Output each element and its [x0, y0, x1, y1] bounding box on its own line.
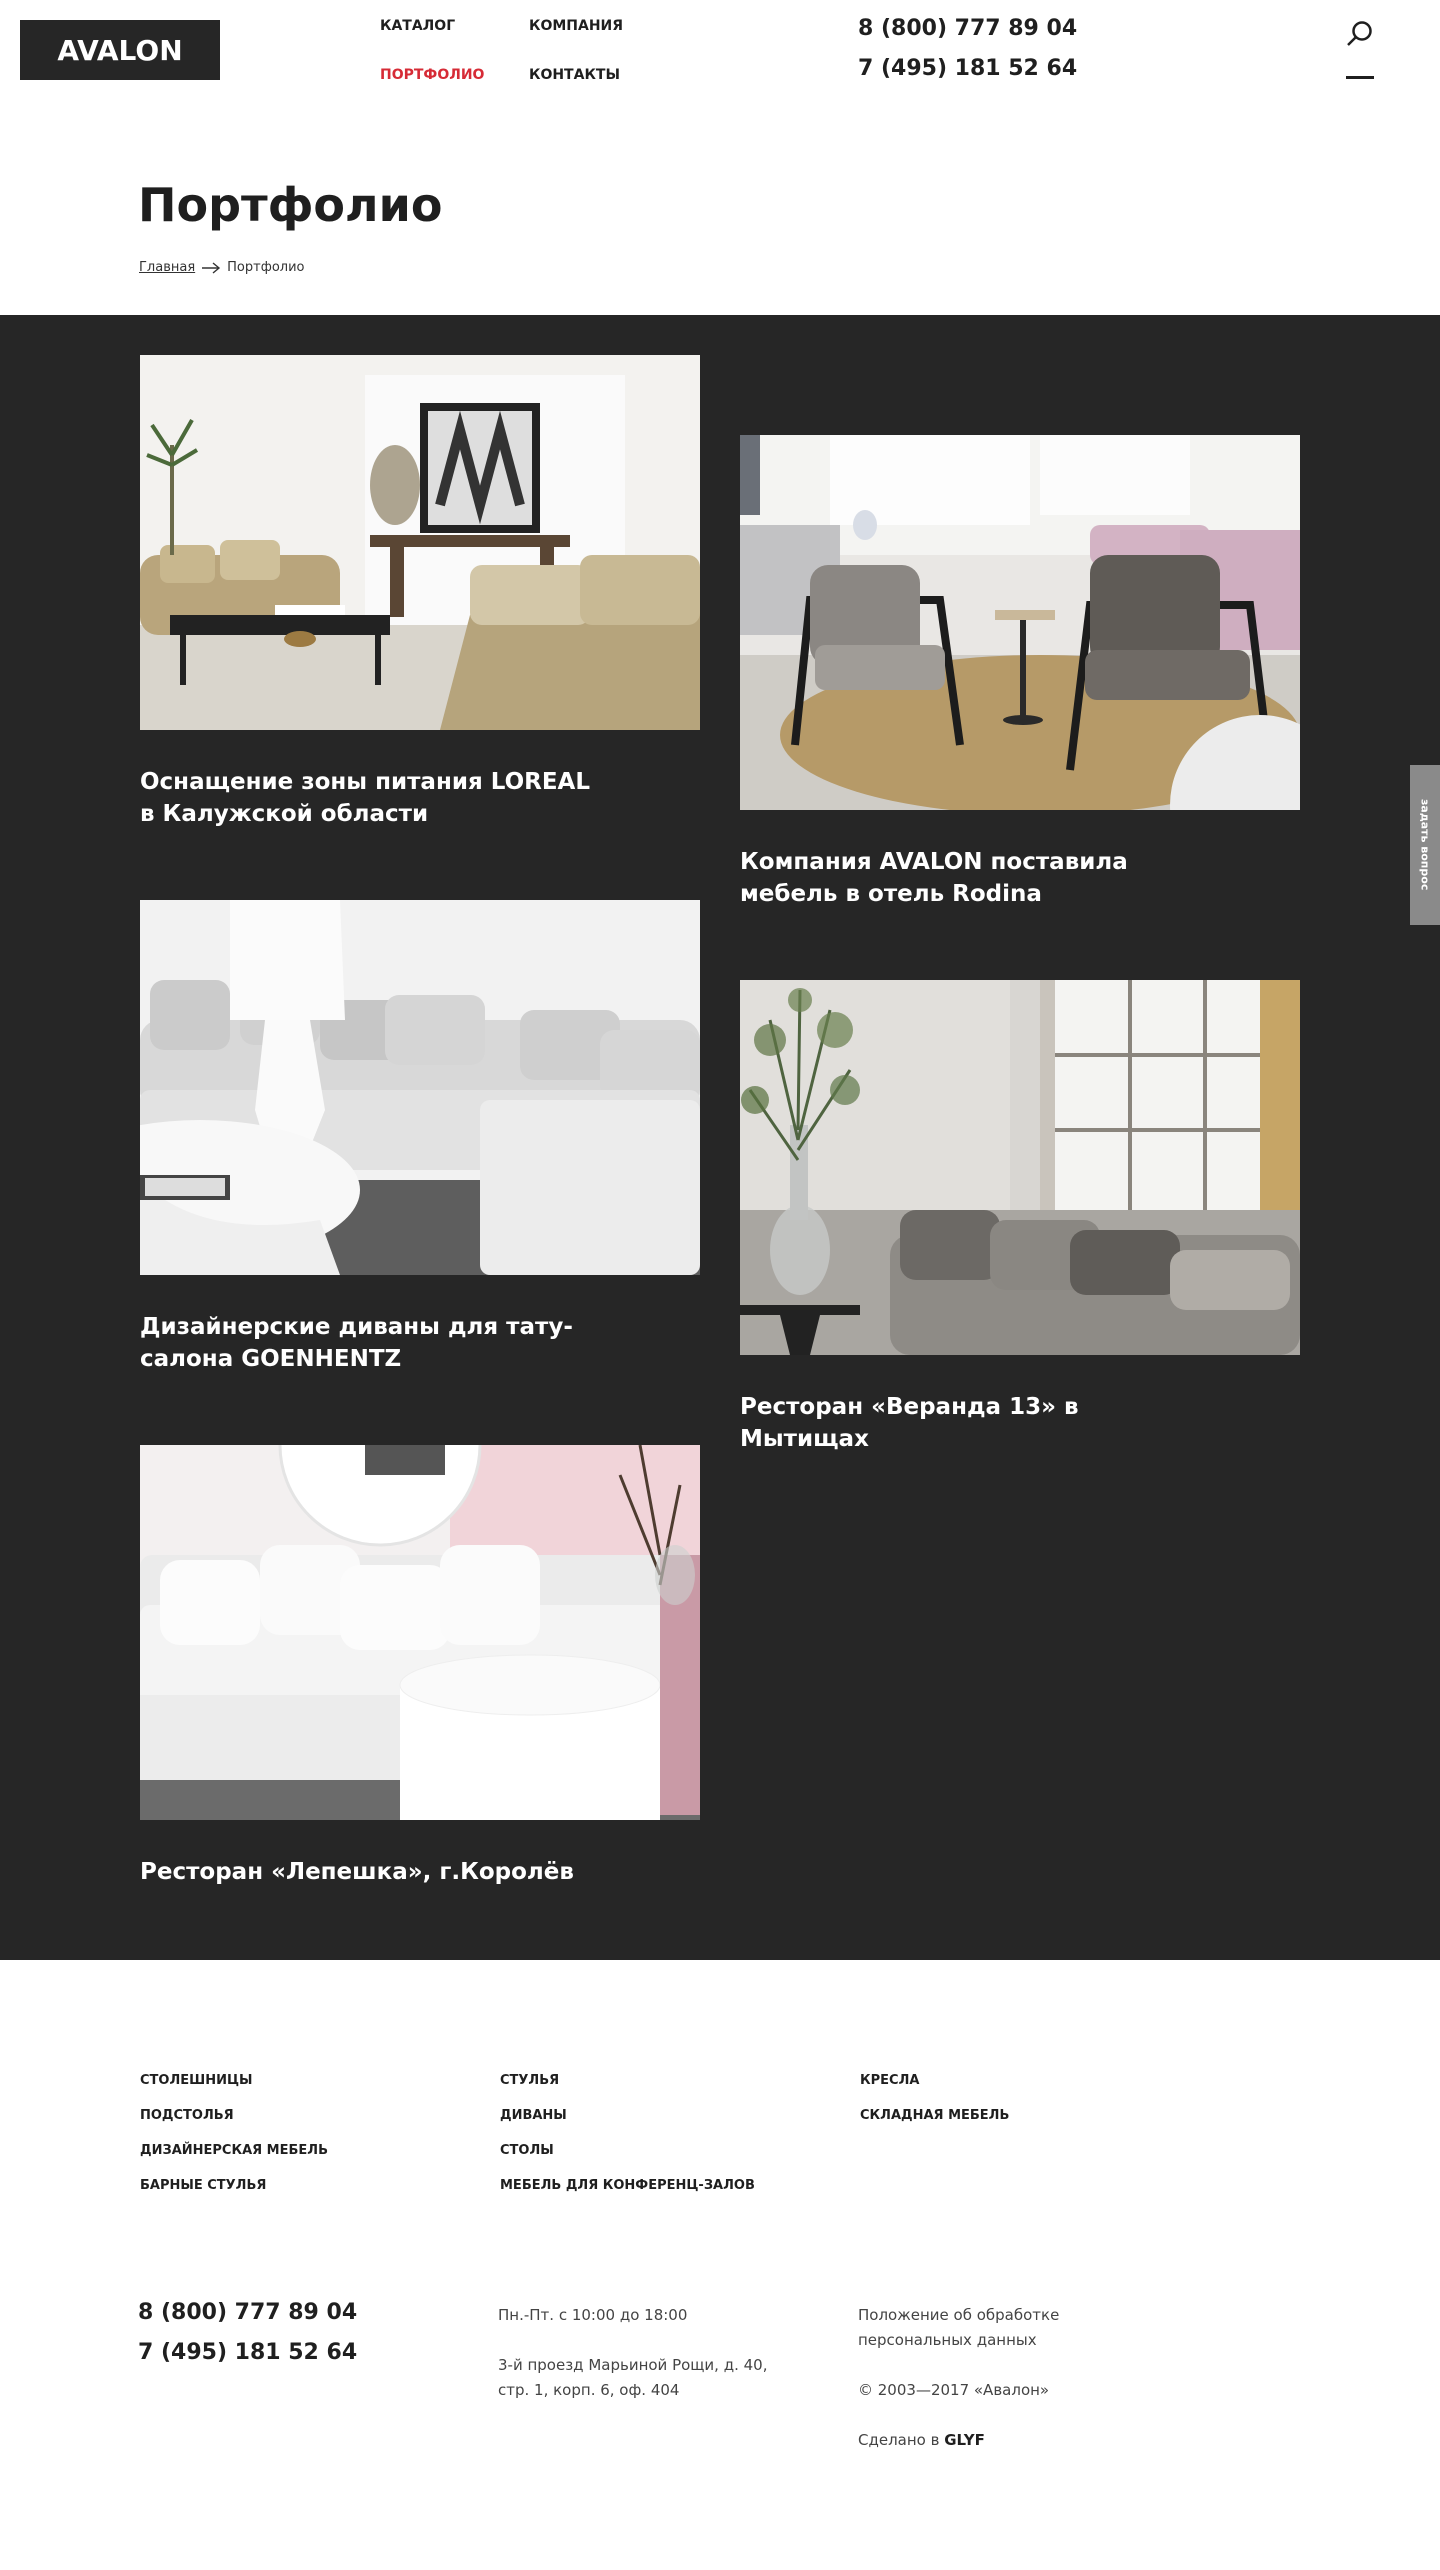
- logo[interactable]: AVALON: [20, 20, 220, 80]
- header-phone-2[interactable]: 7 (495) 181 52 64: [858, 56, 1077, 81]
- footer-copyright: © 2003—2017 «Авалон»: [858, 2381, 1050, 2399]
- footer-category-link[interactable]: Столы: [500, 2143, 554, 2158]
- footer-address-line2: стр. 1, корп. 6, оф. 404: [498, 2381, 680, 2399]
- nav-portfolio[interactable]: Портфолио: [380, 67, 484, 83]
- footer-category-link[interactable]: Кресла: [860, 2073, 919, 2088]
- portfolio-image: [140, 900, 700, 1275]
- footer-address-line1: 3-й проезд Марьиной Рощи, д. 40,: [498, 2356, 768, 2374]
- page-title: Портфолио: [138, 178, 443, 232]
- portfolio-section: Оснащение зоны питания LOREAL в Калужско…: [0, 315, 1440, 1960]
- nav-contacts[interactable]: Контакты: [529, 67, 620, 83]
- footer-category-link[interactable]: Подстолья: [140, 2108, 234, 2123]
- footer-made-by-prefix: Сделано в: [858, 2431, 940, 2449]
- footer-phone-1[interactable]: 8 (800) 777 89 04: [138, 2300, 357, 2325]
- footer-category-link[interactable]: Барные стулья: [140, 2178, 266, 2193]
- portfolio-caption[interactable]: Ресторан «Веранда 13» в Мытищах: [740, 1391, 1200, 1455]
- portfolio-card[interactable]: Оснащение зоны питания LOREAL в Калужско…: [140, 355, 700, 830]
- portfolio-image: [140, 355, 700, 730]
- portfolio-card[interactable]: Ресторан «Веранда 13» в Мытищах: [740, 980, 1300, 1455]
- footer-category-link[interactable]: Стулья: [500, 2073, 559, 2088]
- breadcrumb-home[interactable]: Главная: [139, 260, 195, 275]
- footer-made-by: Сделано в GLYF: [858, 2428, 985, 2453]
- footer-privacy-line1[interactable]: Положение об обработке: [858, 2303, 1059, 2328]
- footer-phone-2[interactable]: 7 (495) 181 52 64: [138, 2340, 357, 2365]
- breadcrumb-current: Портфолио: [227, 260, 305, 275]
- nav-company[interactable]: Компания: [529, 18, 623, 34]
- portfolio-image: [140, 1445, 700, 1820]
- footer-category-link[interactable]: Складная мебель: [860, 2108, 1009, 2123]
- site-header: AVALON Каталог Компания Портфолио Контак…: [0, 0, 1440, 120]
- hamburger-icon[interactable]: [1346, 76, 1374, 79]
- footer-category-link[interactable]: Диваны: [500, 2108, 567, 2123]
- footer-category-link[interactable]: Дизайнерская мебель: [140, 2143, 328, 2158]
- title-block: Портфолио Главная Портфолио: [0, 120, 1440, 315]
- portfolio-image: [740, 980, 1300, 1355]
- ask-question-tab[interactable]: задать вопрос: [1410, 765, 1440, 925]
- arrow-right-icon: [202, 261, 221, 274]
- header-phone-1[interactable]: 8 (800) 777 89 04: [858, 16, 1077, 41]
- portfolio-caption[interactable]: Ресторан «Лепешка», г.Королёв: [140, 1856, 600, 1888]
- portfolio-image: [740, 435, 1300, 810]
- site-footer: Столешницы Подстолья Дизайнерская мебель…: [0, 1960, 1440, 2525]
- footer-privacy-line2[interactable]: персональных данных: [858, 2328, 1037, 2353]
- footer-category-link[interactable]: Мебель для конференц-залов: [500, 2178, 755, 2193]
- footer-hours: Пн.-Пт. с 10:00 до 18:00: [498, 2306, 688, 2324]
- footer-made-by-brand[interactable]: GLYF: [944, 2431, 985, 2449]
- portfolio-caption[interactable]: Дизайнерские диваны для тату-салона GOEN…: [140, 1311, 600, 1375]
- nav-catalog[interactable]: Каталог: [380, 18, 455, 34]
- footer-category-link[interactable]: Столешницы: [140, 2073, 253, 2088]
- portfolio-caption[interactable]: Оснащение зоны питания LOREAL в Калужско…: [140, 766, 600, 830]
- search-icon[interactable]: [1346, 20, 1374, 48]
- portfolio-card[interactable]: Дизайнерские диваны для тату-салона GOEN…: [140, 900, 700, 1375]
- portfolio-card[interactable]: Компания AVALON поставила мебель в отель…: [740, 435, 1300, 910]
- portfolio-caption[interactable]: Компания AVALON поставила мебель в отель…: [740, 846, 1200, 910]
- breadcrumb: Главная Портфолио: [139, 260, 305, 275]
- portfolio-card[interactable]: Ресторан «Лепешка», г.Королёв: [140, 1445, 700, 1888]
